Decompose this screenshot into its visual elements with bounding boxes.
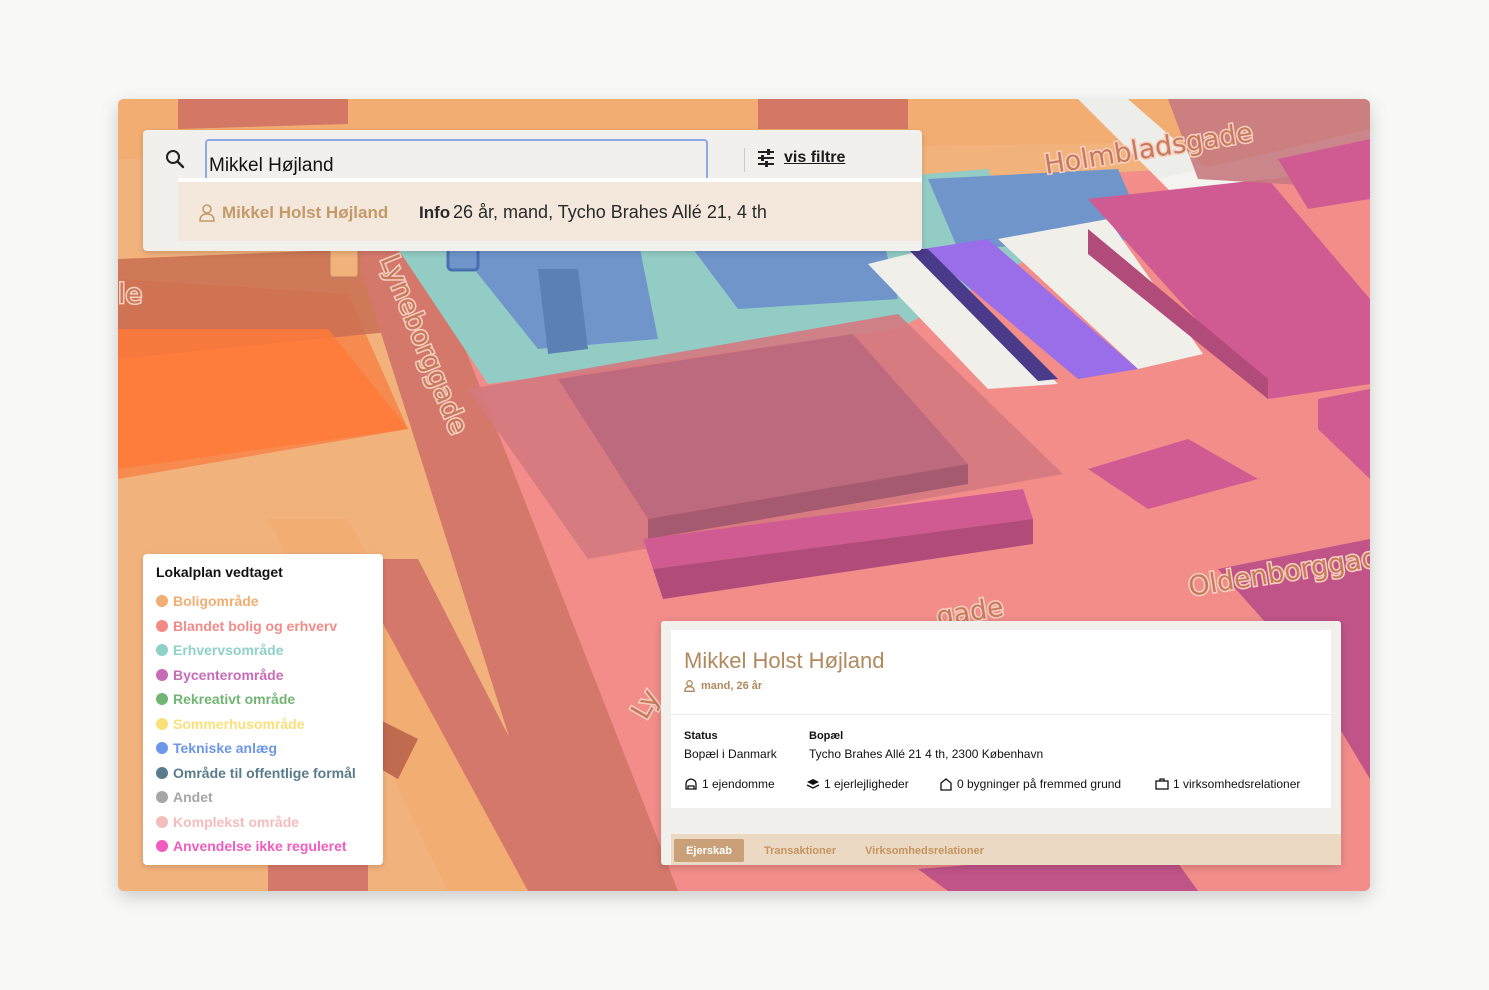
card-subtitle-text: mand, 26 år [701, 680, 763, 692]
stat-ejendomme[interactable]: 1 ejendomme [684, 777, 775, 791]
legend-item[interactable]: Erhvervsområde [156, 638, 370, 663]
person-icon [199, 204, 215, 222]
legend-item[interactable]: Tekniske anlæg [156, 736, 370, 761]
legend-item[interactable]: Blandet bolig og erhverv [156, 614, 370, 639]
legend-swatch [156, 668, 168, 681]
bopael-value: Tycho Brahes Allé 21 4 th, 2300 Københav… [809, 747, 1044, 761]
legend-swatch [156, 595, 168, 608]
legend-swatch [156, 766, 168, 779]
stat-virksomhedsrelationer[interactable]: 1 virksomhedsrelationer [1155, 777, 1300, 791]
tab-transaktioner[interactable]: Transaktioner [764, 839, 836, 862]
bopael-label: Bopæl [809, 730, 844, 742]
card-tabs: Ejerskab Transaktioner Virksomhedsrelati… [671, 834, 1341, 865]
stat-virksomhedsrelationer-text: 1 virksomhedsrelationer [1173, 777, 1301, 791]
legend-label: Blandet bolig og erhverv [173, 617, 338, 634]
property-icon [685, 778, 697, 790]
stat-bygninger-text: 0 bygninger på fremmed grund [957, 777, 1122, 791]
search-result-name: Mikkel Holst Højland [222, 203, 389, 222]
stat-ejerlejligheder[interactable]: 1 ejerlejligheder [806, 777, 909, 791]
briefcase-icon [1155, 778, 1169, 790]
legend-swatch [156, 717, 168, 730]
search-result-info-label: Info [419, 203, 451, 222]
person-icon [684, 680, 695, 692]
legend-swatch [156, 619, 168, 632]
legend-swatch [156, 644, 168, 657]
legend-label: Sommerhusområde [173, 715, 305, 732]
filter-label: vis filtre [784, 149, 846, 166]
stat-ejendomme-text: 1 ejendomme [702, 777, 775, 791]
legend-item[interactable]: Boligområde [156, 589, 370, 614]
legend-label: Boligområde [173, 593, 259, 610]
legend-item[interactable]: Komplekst område [156, 810, 370, 835]
bus-stop-icon [446, 246, 480, 272]
search-divider [744, 148, 745, 172]
legend-label: Tekniske anlæg [173, 740, 278, 757]
stat-ejerlejligheder-text: 1 ejerlejligheder [824, 777, 909, 791]
status-value: Bopæl i Danmark [684, 747, 777, 761]
search-result-info-text: 26 år, mand, Tycho Brahes Allé 21, 4 th [453, 202, 767, 222]
sliders-icon [758, 149, 774, 167]
tab-ejerskab[interactable]: Ejerskab [674, 839, 744, 862]
layers-icon [806, 779, 820, 789]
legend-label: Komplekst område [173, 813, 300, 830]
search-result-item[interactable]: Mikkel Holst Højland Info 26 år, mand, T… [178, 178, 922, 241]
legend-label: Andet [173, 789, 213, 806]
legend-label: Anvendelse ikke reguleret [173, 838, 347, 855]
legend-label: Bycenterområde [173, 666, 284, 683]
search-icon[interactable] [164, 148, 186, 170]
bus-stop-icon [327, 246, 361, 280]
legend-swatch [156, 840, 168, 853]
legend-swatch [156, 742, 168, 755]
map-legend: Lokalplan vedtaget Boligområde Blandet b… [143, 554, 383, 865]
legend-title: Lokalplan vedtaget [156, 564, 283, 580]
legend-item[interactable]: Sommerhusområde [156, 712, 370, 737]
card-body: Mikkel Holst Højland mand, 26 år Status … [671, 630, 1331, 808]
status-label: Status [684, 730, 718, 742]
house-icon [940, 778, 952, 791]
legend-swatch [156, 815, 168, 828]
legend-item[interactable]: Rekreativt område [156, 687, 370, 712]
legend-label: Rekreativt område [173, 691, 296, 708]
legend-swatch [156, 791, 168, 804]
search-input[interactable] [205, 139, 708, 183]
legend-item[interactable]: Anvendelse ikke reguleret [156, 834, 370, 859]
card-subtitle: mand, 26 år [684, 680, 762, 692]
tab-virksomhedsrelationer[interactable]: Virksomhedsrelationer [865, 839, 984, 862]
legend-item[interactable]: Område til offentlige formål [156, 761, 370, 786]
filter-button[interactable]: vis filtre [756, 148, 845, 168]
legend-item[interactable]: Andet [156, 785, 370, 810]
legend-item[interactable]: Bycenterområde [156, 663, 370, 688]
card-divider [671, 714, 1331, 715]
street-label-le: le [118, 279, 142, 310]
card-person-name: Mikkel Holst Højland [684, 648, 885, 673]
legend-swatch [156, 693, 168, 706]
person-details-card: Mikkel Holst Højland mand, 26 år Status … [661, 621, 1341, 865]
legend-label: Område til offentlige formål [173, 764, 356, 781]
legend-label: Erhvervsområde [173, 642, 284, 659]
stat-bygninger[interactable]: 0 bygninger på fremmed grund [939, 777, 1121, 791]
